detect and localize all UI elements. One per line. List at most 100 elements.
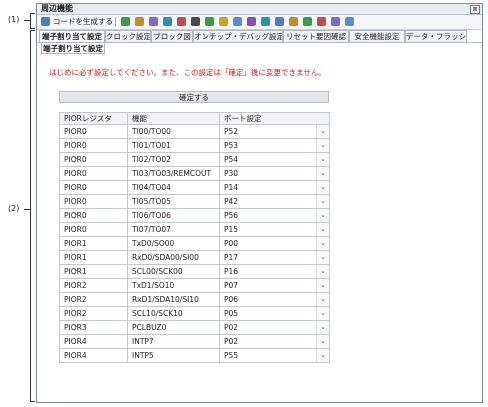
port-value: P15 <box>224 225 239 234</box>
port-select[interactable]: P17 ⌄ <box>219 250 330 265</box>
key-icon[interactable] <box>219 17 228 26</box>
table-row: PIOR3 PCLBUZ0 P02 ⌄ <box>59 320 330 335</box>
battery-icon[interactable] <box>331 17 340 26</box>
pior-cell: PIOR0 <box>59 180 128 195</box>
tab-reset-source[interactable]: リセット要因確認 <box>283 30 349 42</box>
port-select[interactable]: P53 ⌄ <box>219 138 330 153</box>
chevron-down-icon[interactable]: ⌄ <box>316 307 329 320</box>
port-value: P14 <box>224 183 239 192</box>
callout-2: (2) <box>8 204 20 213</box>
serial-icon[interactable] <box>247 17 256 26</box>
sound-icon[interactable] <box>205 17 214 26</box>
port-value: P05 <box>224 309 239 318</box>
function-cell: TI04/TO04 <box>127 180 220 195</box>
port-select[interactable]: P54 ⌄ <box>219 152 330 167</box>
port-select[interactable]: P15 ⌄ <box>219 222 330 237</box>
table-row: PIOR0 TI02/TO02 P54 ⌄ <box>59 152 330 167</box>
chevron-down-icon[interactable]: ⌄ <box>316 335 329 348</box>
port-select[interactable]: P07 ⌄ <box>219 278 330 293</box>
table-row: PIOR4 INTP5 P55 ⌄ <box>59 348 330 363</box>
main-tabs: 端子割り当て設定 クロック設定 ブロック図 オンチップ・デバッグ設定 リセット要… <box>37 30 482 43</box>
pior-cell: PIOR0 <box>59 194 128 209</box>
table-header-row: PIORレジスタ 機能 ポート設定 <box>59 112 330 125</box>
chevron-down-icon[interactable]: ⌄ <box>316 125 329 138</box>
chevron-down-icon[interactable]: ⌄ <box>316 209 329 222</box>
tab-block-diagram[interactable]: ブロック図 <box>151 30 193 42</box>
chevron-down-icon[interactable]: ⌄ <box>316 237 329 250</box>
pior-cell: PIOR3 <box>59 320 128 335</box>
port-select[interactable]: P52 ⌄ <box>219 124 330 139</box>
port-select[interactable]: P56 ⌄ <box>219 208 330 223</box>
network-icon[interactable] <box>303 17 312 26</box>
chevron-down-icon[interactable]: ⌄ <box>316 181 329 194</box>
chevron-down-icon[interactable]: ⌄ <box>316 139 329 152</box>
generate-code-button[interactable]: コードを生成する <box>53 17 113 27</box>
lcd-icon[interactable] <box>275 17 284 26</box>
port-select[interactable]: P05 ⌄ <box>219 306 330 321</box>
chevron-down-icon[interactable]: ⌄ <box>316 293 329 306</box>
function-cell: TI05/TO05 <box>127 194 220 209</box>
port-select[interactable]: P02 ⌄ <box>219 334 330 349</box>
pin-icon[interactable] <box>135 17 144 26</box>
tab-safety[interactable]: 安全機能設定 <box>349 30 405 42</box>
usb-icon[interactable] <box>261 17 270 26</box>
close-button[interactable]: ⊠ <box>470 5 480 14</box>
header-function: 機能 <box>127 112 220 125</box>
pior-cell: PIOR2 <box>59 306 128 321</box>
function-cell: TI06/TO06 <box>127 208 220 223</box>
pior-cell: PIOR1 <box>59 250 128 265</box>
pior-cell: PIOR4 <box>59 334 128 349</box>
port-select[interactable]: P02 ⌄ <box>219 320 330 335</box>
port-select[interactable]: P00 ⌄ <box>219 236 330 251</box>
chevron-down-icon[interactable]: ⌄ <box>316 223 329 236</box>
port-select[interactable]: P30 ⌄ <box>219 166 330 181</box>
function-cell: TI00/TO00 <box>127 124 220 139</box>
title-bar: 周辺機能 ⊠ <box>37 4 482 15</box>
confirm-button[interactable]: 確定する <box>59 91 329 103</box>
comparator-icon[interactable] <box>233 17 242 26</box>
pior-cell: PIOR0 <box>59 152 128 167</box>
chevron-down-icon[interactable]: ⌄ <box>316 167 329 180</box>
tab-data-flash[interactable]: データ・フラッシュ <box>405 30 467 42</box>
pin-table: PIORレジスタ 機能 ポート設定 PIOR0 TI00/TO00 P52 ⌄ PIOR… <box>59 112 330 363</box>
table-row: PIOR0 TI05/TO05 P42 ⌄ <box>59 194 330 209</box>
chevron-down-icon[interactable]: ⌄ <box>316 251 329 264</box>
port-select[interactable]: P42 ⌄ <box>219 194 330 209</box>
subtab-pin-assignment[interactable]: 端子割り当て設定 <box>41 43 105 54</box>
chevron-down-icon[interactable]: ⌄ <box>316 279 329 292</box>
tab-clock[interactable]: クロック設定 <box>105 30 151 42</box>
pc-icon[interactable] <box>345 17 354 26</box>
chevron-down-icon[interactable]: ⌄ <box>316 153 329 166</box>
port-select[interactable]: P14 ⌄ <box>219 180 330 195</box>
port-value: P54 <box>224 155 239 164</box>
table-row: PIOR0 TI07/TO07 P15 ⌄ <box>59 222 330 237</box>
table-row: PIOR1 TxD0/SO00 P00 ⌄ <box>59 236 330 251</box>
port-select[interactable]: P16 ⌄ <box>219 264 330 279</box>
power-icon[interactable] <box>317 17 326 26</box>
chevron-down-icon[interactable]: ⌄ <box>316 349 329 362</box>
port-value: P02 <box>224 337 239 346</box>
tab-onchip-debug[interactable]: オンチップ・デバッグ設定 <box>193 30 283 42</box>
chevron-down-icon[interactable]: ⌄ <box>316 195 329 208</box>
generate-code-icon[interactable] <box>41 17 50 26</box>
pior-cell: PIOR4 <box>59 348 128 363</box>
table-row: PIOR2 SCL10/SCK10 P05 ⌄ <box>59 306 330 321</box>
display-icon[interactable] <box>177 17 186 26</box>
port-select[interactable]: P06 ⌄ <box>219 292 330 307</box>
table-row: PIOR0 TI01/TO01 P53 ⌄ <box>59 138 330 153</box>
chevron-down-icon[interactable]: ⌄ <box>316 321 329 334</box>
port-value: P00 <box>224 239 239 248</box>
clock-icon[interactable] <box>121 17 130 26</box>
watchdog-icon[interactable] <box>163 17 172 26</box>
dma-icon[interactable] <box>289 17 298 26</box>
timer-icon[interactable] <box>149 17 158 26</box>
function-cell: PCLBUZ0 <box>127 320 220 335</box>
toolbar-separator <box>115 17 116 27</box>
table-row: PIOR2 RxD1/SDA10/SI10 P06 ⌄ <box>59 292 330 307</box>
port-value: P53 <box>224 141 239 150</box>
interrupt-icon[interactable] <box>191 17 200 26</box>
chevron-down-icon[interactable]: ⌄ <box>316 265 329 278</box>
function-cell: INTP5 <box>127 348 220 363</box>
port-value: P17 <box>224 253 239 262</box>
port-select[interactable]: P55 ⌄ <box>219 348 330 363</box>
